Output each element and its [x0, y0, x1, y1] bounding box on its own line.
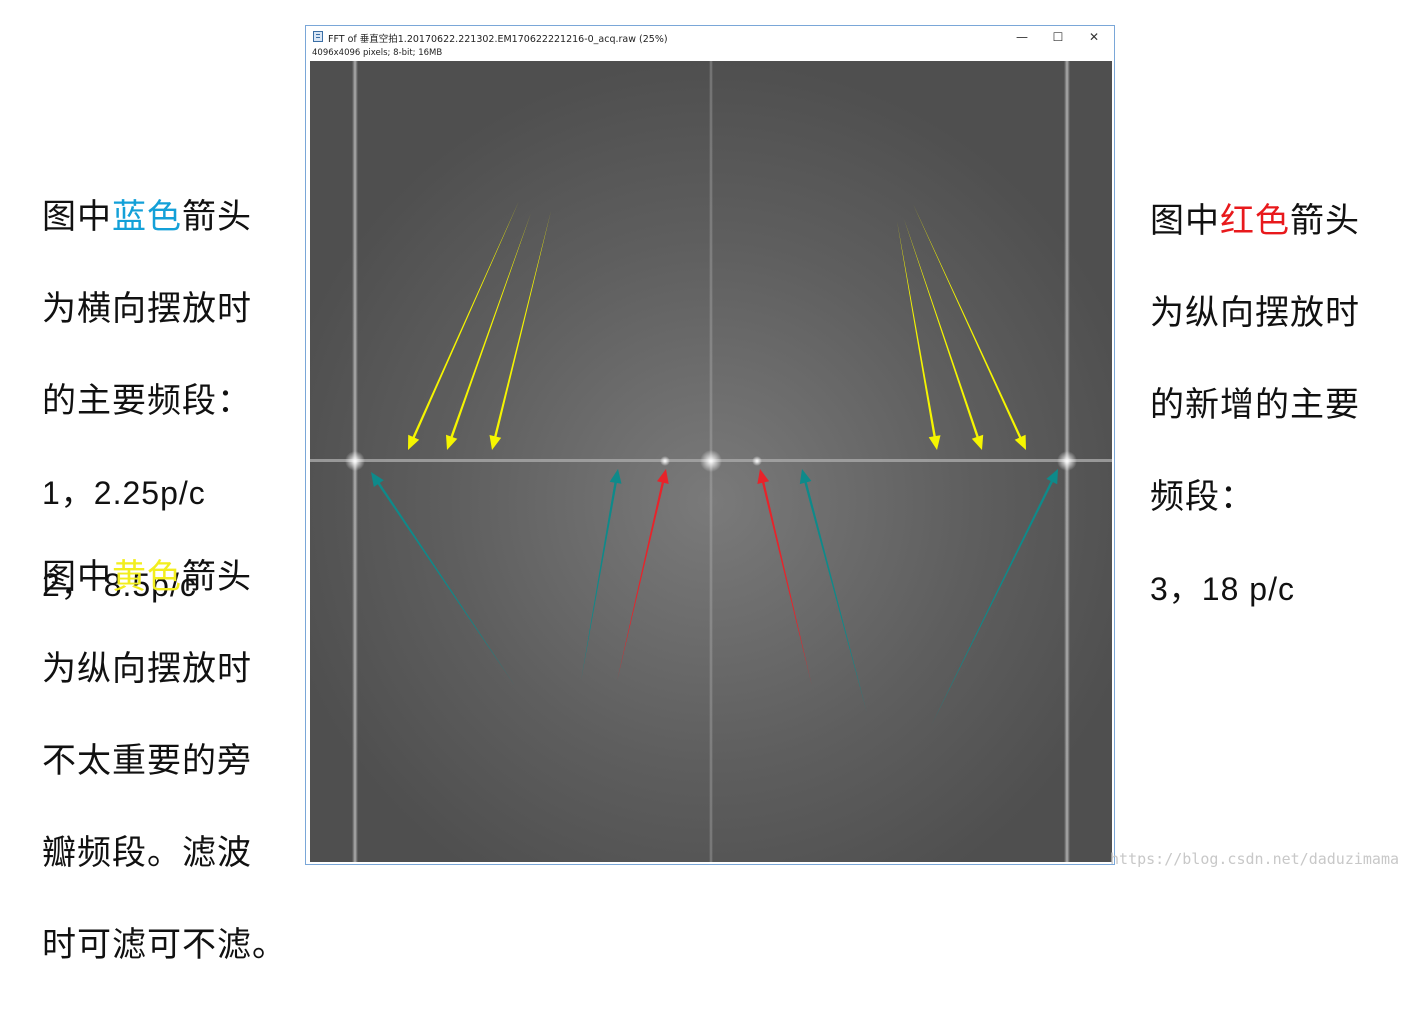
- annotation-line-5: 时可滤可不滤。: [42, 925, 287, 965]
- annotation-suffix: 箭头: [1290, 201, 1360, 241]
- fft-image-window[interactable]: FFT of 垂直空拍1.20170622.221302.EM170622221…: [305, 25, 1115, 865]
- fft-spectrum-image[interactable]: [310, 61, 1112, 862]
- annotation-prefix: 图中: [42, 197, 112, 237]
- window-title: FFT of 垂直空拍1.20170622.221302.EM170622221…: [328, 34, 668, 45]
- spot-inner-left: [660, 456, 670, 466]
- annotation-line-2: 为横向摆放时: [42, 289, 252, 329]
- annotation-line-3: 的主要频段：: [42, 381, 252, 421]
- annotation-line-1: 图中红色箭头: [1150, 198, 1360, 244]
- fft-spectrum-svg: [310, 61, 1112, 862]
- annotation-suffix: 箭头: [182, 197, 252, 237]
- spot-center: [700, 450, 722, 472]
- annotation-line-2: 为纵向摆放时: [42, 649, 252, 689]
- highlight-yellow: 黄色: [112, 557, 182, 597]
- annotation-line-2: 为纵向摆放时: [1150, 293, 1360, 333]
- yellow-arrow-annotation: 图中黄色箭头 为纵向摆放时 不太重要的旁 瓣频段。滤波 时可滤可不滤。: [42, 508, 287, 1014]
- watermark: https://blog.csdn.net/daduzimama: [1110, 850, 1399, 868]
- annotation-prefix: 图中: [1150, 201, 1220, 241]
- annotation-suffix: 箭头: [182, 557, 252, 597]
- highlight-red: 红色: [1220, 201, 1290, 241]
- spot-inner-right: [752, 456, 762, 466]
- annotation-line-3: 不太重要的旁: [42, 741, 252, 781]
- spot-left: [345, 451, 365, 471]
- annotation-line-4: 频段：: [1150, 477, 1255, 517]
- minimize-button[interactable]: —: [1004, 26, 1040, 48]
- close-button[interactable]: ✕: [1076, 26, 1112, 48]
- annotation-line-3: 的新增的主要: [1150, 385, 1360, 425]
- window-titlebar[interactable]: FFT of 垂直空拍1.20170622.221302.EM170622221…: [306, 26, 1114, 48]
- annotation-line-5: 3，18 p/c: [1150, 571, 1295, 607]
- spot-right: [1057, 451, 1077, 471]
- maximize-button[interactable]: ☐: [1040, 26, 1076, 48]
- annotation-prefix: 图中: [42, 557, 112, 597]
- imagej-window-icon: [313, 31, 323, 42]
- image-info: 4096x4096 pixels; 8-bit; 16MB: [312, 48, 443, 58]
- annotation-line-1: 图中蓝色箭头: [42, 194, 252, 240]
- highlight-blue: 蓝色: [112, 197, 182, 237]
- red-arrow-annotation: 图中红色箭头 为纵向摆放时 的新增的主要 频段： 3，18 p/c: [1150, 152, 1360, 658]
- annotation-line-4: 瓣频段。滤波: [42, 833, 252, 873]
- annotation-line-1: 图中黄色箭头: [42, 554, 287, 600]
